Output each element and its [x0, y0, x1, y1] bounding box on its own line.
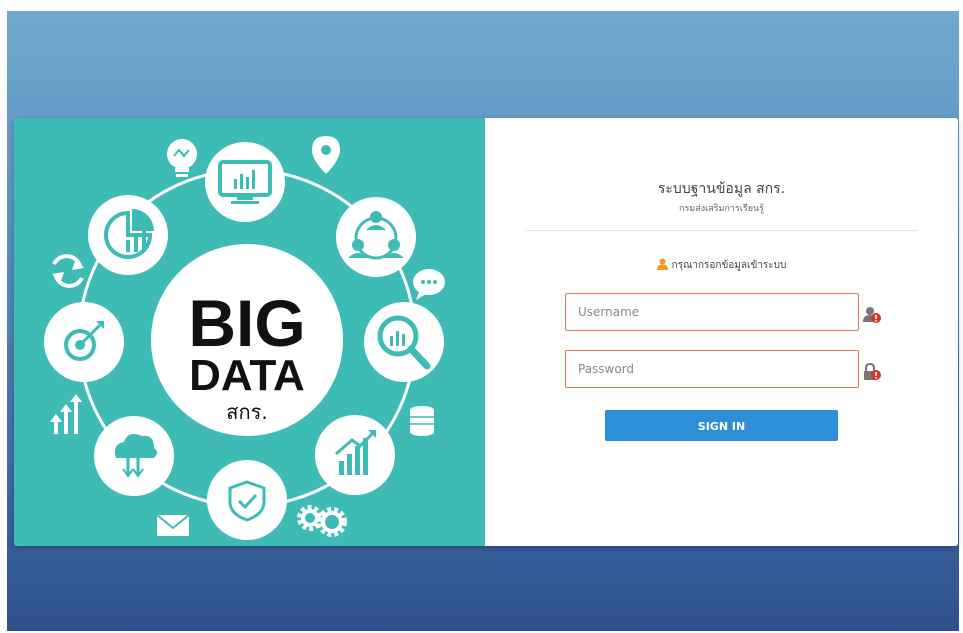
login-prompt-text: กรุณากรอกข้อมูลเข้าระบบ: [671, 260, 787, 271]
cloud-download-icon: [94, 416, 174, 496]
big-data-hero: BIG DATA สกร.: [14, 118, 485, 546]
arrows-up-icon: [50, 394, 82, 434]
sign-in-button[interactable]: SIGN IN: [605, 410, 838, 441]
map-pin-icon: [312, 136, 340, 174]
login-panel: ระบบฐานข้อมูล สกร. กรมส่งเสริมการเรียนรู…: [485, 118, 958, 546]
pie-chart-icon: [88, 195, 168, 275]
refresh-icon: [52, 254, 84, 288]
lightbulb-icon: [167, 139, 197, 177]
org-text: สกร.: [226, 400, 267, 424]
mail-icon: [156, 514, 190, 536]
magnify-chart-icon: [364, 302, 444, 382]
password-input[interactable]: [576, 351, 850, 387]
shield-check-icon: [207, 460, 287, 540]
monitor-chart-icon: [205, 142, 285, 222]
growth-chart-icon: [315, 415, 395, 495]
lock-alert-icon: [863, 362, 883, 385]
department-subtitle: กรมส่งเสริมการเรียนรู้: [679, 204, 764, 214]
big-data-illustration: BIG DATA สกร.: [44, 136, 445, 540]
username-input[interactable]: [576, 294, 850, 330]
network-people-icon: [336, 197, 416, 277]
password-field: [565, 350, 859, 388]
database-icon: [410, 406, 434, 436]
login-card: BIG DATA สกร. ระบบฐานข้อมูล สกร. กรมส่งเ…: [14, 118, 958, 546]
divider: [525, 230, 918, 231]
gears-icon: [297, 505, 347, 537]
system-title: ระบบฐานข้อมูล สกร.: [657, 181, 786, 197]
big-text: BIG: [188, 286, 305, 360]
chat-bubble-icon: [413, 269, 445, 300]
login-prompt: กรุณากรอกข้อมูลเข้าระบบ: [485, 258, 958, 273]
user-alert-icon: [863, 306, 883, 328]
target-icon: [44, 302, 124, 382]
username-field: [565, 293, 859, 331]
user-icon: [656, 258, 668, 273]
data-text: DATA: [189, 351, 305, 400]
